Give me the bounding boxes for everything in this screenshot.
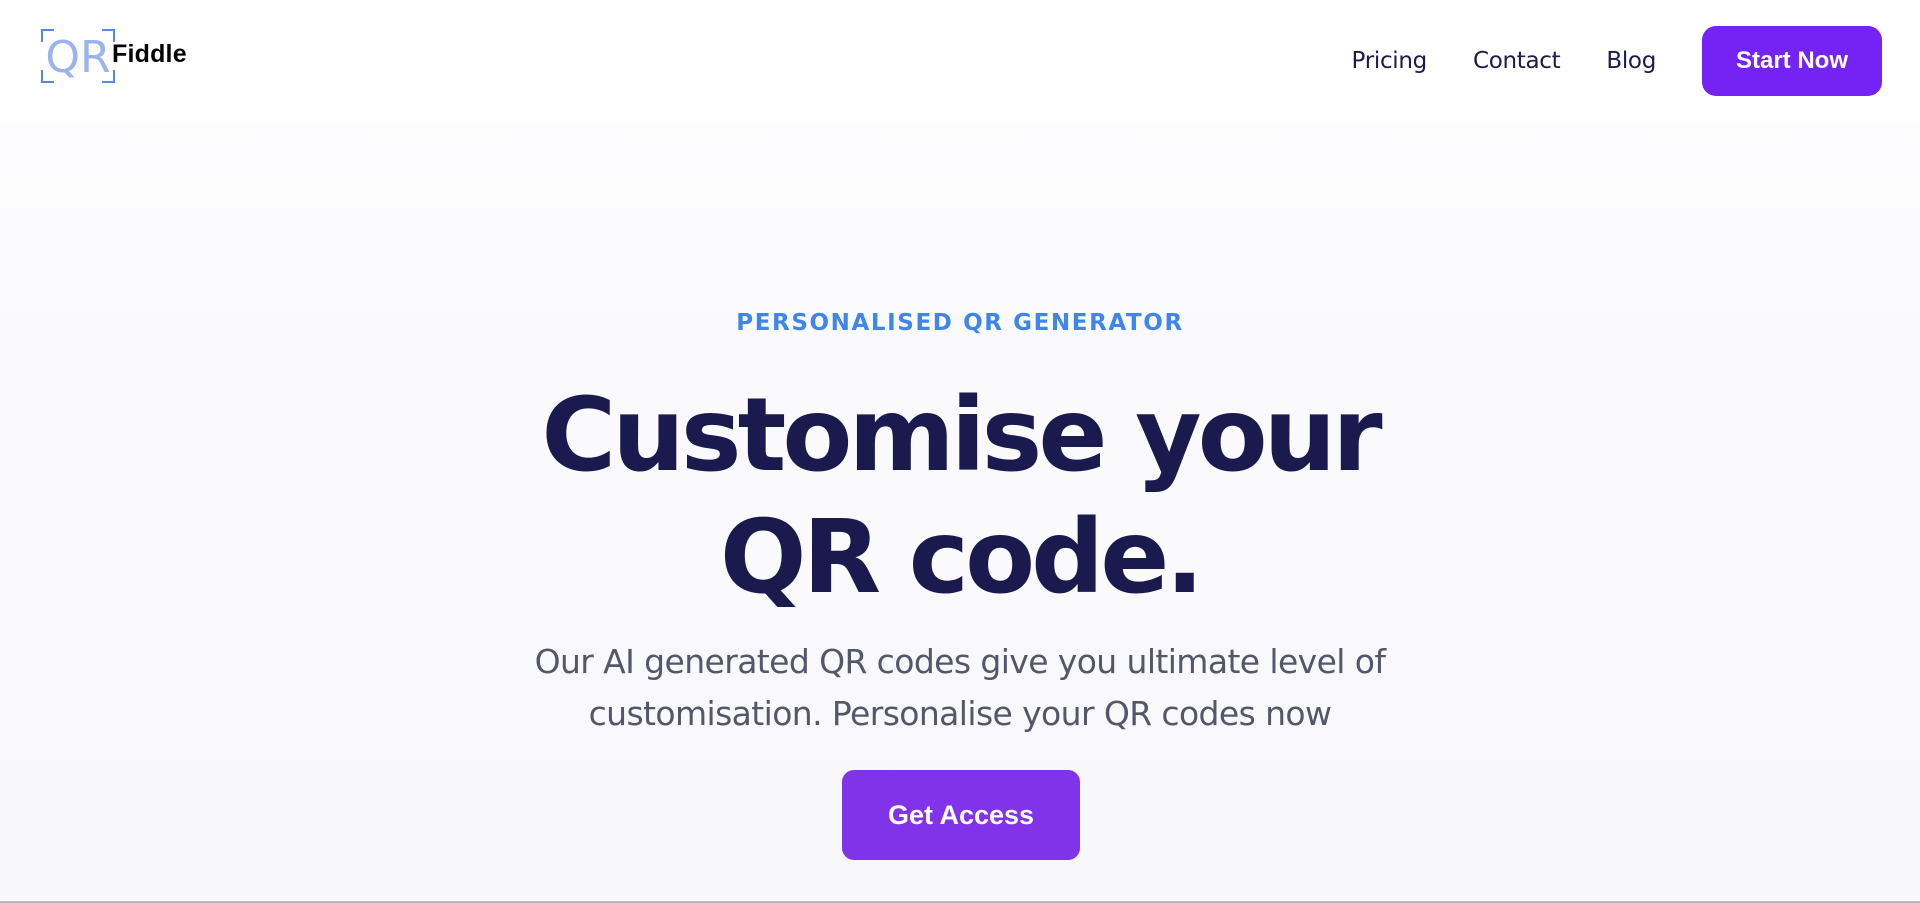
- qr-logo-icon: QR: [40, 28, 116, 84]
- hero-eyebrow: PERSONALISED QR GENERATOR: [736, 310, 1184, 336]
- get-access-button[interactable]: Get Access: [842, 770, 1080, 860]
- brand-name: Fiddle: [112, 39, 187, 68]
- hero-subtext: Our AI generated QR codes give you ultim…: [534, 642, 1386, 733]
- main-nav: Pricing Contact Blog Start Now: [1352, 26, 1920, 96]
- hero-headline: Customise your QR code.: [541, 376, 1382, 617]
- start-now-button[interactable]: Start Now: [1702, 26, 1882, 96]
- nav-link-pricing[interactable]: Pricing: [1352, 48, 1428, 74]
- nav-link-contact[interactable]: Contact: [1473, 48, 1561, 74]
- site-header: QR Fiddle Pricing Contact Blog Start Now: [0, 0, 1920, 122]
- logo-mark-text: QR: [45, 32, 110, 83]
- nav-link-blog[interactable]: Blog: [1606, 48, 1656, 74]
- logo-link[interactable]: QR Fiddle: [40, 28, 187, 84]
- page: QR Fiddle Pricing Contact Blog Start Now…: [0, 0, 1920, 903]
